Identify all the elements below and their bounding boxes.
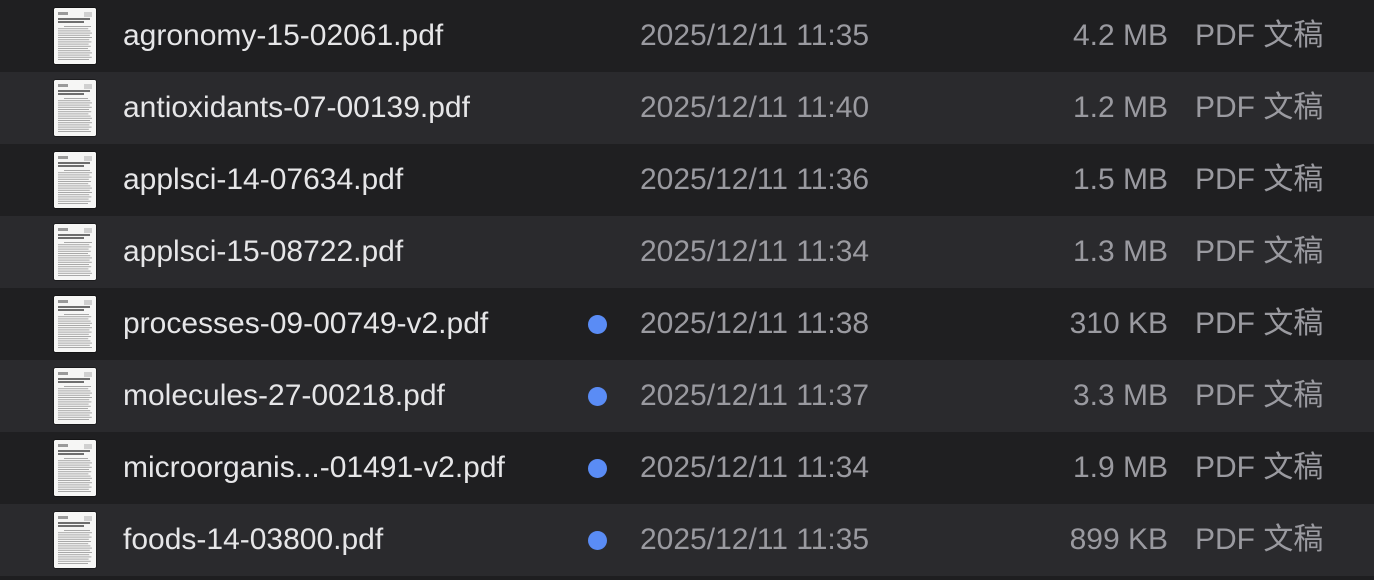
pdf-document-icon[interactable] — [54, 296, 96, 352]
tag-dot-icon — [588, 531, 607, 550]
file-kind: PDF 文稿 — [1195, 235, 1324, 268]
file-size: 310 KB — [1069, 307, 1168, 340]
tag-dot-icon — [588, 387, 607, 406]
pdf-document-icon[interactable] — [54, 440, 96, 496]
file-date-modified: 2025/12/11 11:40 — [640, 91, 870, 124]
file-row[interactable]: applsci-14-07634.pdf 2025/12/11 11:36 1.… — [0, 144, 1374, 216]
file-kind: PDF 文稿 — [1195, 451, 1324, 484]
file-row[interactable]: foods-14-03800.pdf 2025/12/11 11:35 899 … — [0, 504, 1374, 576]
file-row[interactable]: molecules-27-00218.pdf 2025/12/11 11:37 … — [0, 360, 1374, 432]
file-name[interactable]: agronomy-15-02061.pdf — [123, 0, 443, 72]
file-name[interactable]: molecules-27-00218.pdf — [123, 360, 445, 432]
file-size: 1.3 MB — [1072, 235, 1168, 268]
file-row[interactable]: agronomy-15-02061.pdf 2025/12/11 11:35 4… — [0, 0, 1374, 72]
file-row[interactable]: microorganis...-01491-v2.pdf 2025/12/11 … — [0, 432, 1374, 504]
file-row[interactable]: applsci-15-08722.pdf 2025/12/11 11:34 1.… — [0, 216, 1374, 288]
file-date-modified: 2025/12/11 11:34 — [640, 451, 870, 484]
file-name[interactable]: applsci-14-07634.pdf — [123, 144, 403, 216]
file-size: 899 KB — [1069, 523, 1168, 556]
file-date-modified: 2025/12/11 11:36 — [640, 163, 870, 196]
file-size: 1.9 MB — [1072, 451, 1168, 484]
file-kind: PDF 文稿 — [1195, 379, 1324, 412]
file-kind: PDF 文稿 — [1195, 523, 1324, 556]
pdf-document-icon[interactable] — [54, 368, 96, 424]
file-row[interactable]: processes-09-00749-v2.pdf 2025/12/11 11:… — [0, 288, 1374, 360]
pdf-document-icon[interactable] — [54, 80, 96, 136]
file-size: 4.2 MB — [1072, 19, 1168, 52]
file-date-modified: 2025/12/11 11:35 — [640, 19, 870, 52]
file-size: 1.2 MB — [1072, 91, 1168, 124]
file-date-modified: 2025/12/11 11:37 — [640, 379, 870, 412]
file-date-modified: 2025/12/11 11:35 — [640, 523, 870, 556]
pdf-document-icon[interactable] — [54, 512, 96, 568]
file-kind: PDF 文稿 — [1195, 163, 1324, 196]
file-size: 1.5 MB — [1072, 163, 1168, 196]
file-kind: PDF 文稿 — [1195, 91, 1324, 124]
file-kind: PDF 文稿 — [1195, 19, 1324, 52]
file-name[interactable]: processes-09-00749-v2.pdf — [123, 288, 488, 360]
file-list: agronomy-15-02061.pdf 2025/12/11 11:35 4… — [0, 0, 1374, 580]
pdf-document-icon[interactable] — [54, 224, 96, 280]
file-name[interactable]: antioxidants-07-00139.pdf — [123, 72, 470, 144]
file-name[interactable]: microorganis...-01491-v2.pdf — [123, 432, 505, 504]
pdf-document-icon[interactable] — [54, 8, 96, 64]
file-date-modified: 2025/12/11 11:34 — [640, 235, 870, 268]
file-name[interactable]: foods-14-03800.pdf — [123, 504, 383, 576]
tag-dot-icon — [588, 459, 607, 478]
file-kind: PDF 文稿 — [1195, 307, 1324, 340]
file-date-modified: 2025/12/11 11:38 — [640, 307, 870, 340]
tag-dot-icon — [588, 315, 607, 334]
file-name[interactable]: applsci-15-08722.pdf — [123, 216, 403, 288]
pdf-document-icon[interactable] — [54, 152, 96, 208]
file-size: 3.3 MB — [1072, 379, 1168, 412]
file-row[interactable]: antioxidants-07-00139.pdf 2025/12/11 11:… — [0, 72, 1374, 144]
